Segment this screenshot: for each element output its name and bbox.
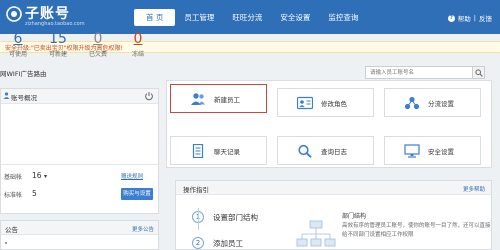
separator: | [473,14,476,22]
nav-staff[interactable]: 员工管理 [175,9,223,26]
list-bullet [5,242,7,244]
chevron-down-icon: ▾ [43,173,47,180]
announcements-title: 公告 [5,226,18,234]
help-icon[interactable]: ? [447,14,455,22]
announcements-header: 公告 更多公告 [1,221,158,235]
stat-available[interactable]: 6 可使用 [3,31,33,58]
id-card-icon [297,96,313,109]
divider [1,164,158,165]
more-help-link[interactable]: 更多帮助 [463,185,485,193]
more-announcements-link[interactable]: 更多公告 [132,225,154,233]
step-2-label[interactable]: 添加员工 [213,238,243,249]
stat-creatable: 15 可新建 [48,31,67,58]
edit-role-button[interactable]: 修改角色 [277,88,374,117]
guide-header: 操作指引 更多帮助 [176,181,491,195]
logo-subtitle: zizhanghao.taobao.com [25,21,85,27]
gift-rules-link[interactable]: 赠送规则 [121,172,143,180]
document-icon [192,143,204,158]
top-bar: 子账号 zizhanghao.taobao.com 首 页 员工管理 旺旺分流 … [0,0,500,34]
user-icon [3,92,10,99]
page-title: 网WIFI广告路由 [0,70,47,78]
stat-overdue[interactable]: 0 已欠费 [83,31,113,58]
power-icon[interactable] [144,91,154,101]
guide-title: 操作指引 [183,186,209,194]
new-staff-button[interactable]: 新建员工 [170,84,267,113]
basic-account-label: 基础帐 [4,174,23,181]
main-nav: 首 页 员工管理 旺旺分流 安全设置 监控查询 [134,9,367,26]
search-icon [474,68,483,77]
help-link[interactable]: 帮助 [458,13,471,23]
logo-icon [6,6,22,22]
basic-account-value[interactable]: 16 ▾ [32,171,47,180]
standard-account-value: 5 [32,189,37,198]
buy-settings-button[interactable]: 购买与设置 [121,188,153,200]
nav-monitor[interactable]: 监控查询 [319,9,367,26]
feedback-link[interactable]: 反馈 [479,13,492,23]
step-2-number: 2 [192,237,204,249]
panel-header: 账号概况 [1,89,158,104]
users-icon [191,92,205,105]
announcements-panel: 公告 更多公告 [0,220,159,250]
step-connector [198,208,199,230]
query-log-button[interactable]: 查询日志 [277,136,374,165]
guide-desc: 高效有序的管理员工账号，使你的账号一目了然，还可以直接给不同部门设置相应工作权限 [342,223,491,238]
share-icon [404,96,420,109]
diversion-settings-button[interactable]: 分流设置 [384,88,481,117]
header-links: ? 帮助 | 反馈 [447,13,492,23]
search-icon [298,144,312,158]
nav-wangwang[interactable]: 旺旺分流 [223,9,271,26]
chat-records-button[interactable]: 聊天记录 [170,136,267,165]
guide-desc-title: 部门结构 [342,213,367,220]
nav-security[interactable]: 安全设置 [271,9,319,26]
step-1-label[interactable]: 设置部门结构 [213,212,258,223]
search-button[interactable] [472,66,485,79]
panel-title: 账号概况 [11,94,37,102]
org-chart-icon [296,220,336,247]
monitor-icon [404,143,420,158]
nav-home[interactable]: 首 页 [134,9,176,26]
security-notice: 安全升级:"已卖出宝贝"权限升级为高危权限! [0,41,500,53]
logo-title: 子账号 [25,6,70,22]
standard-account-label: 标准帐 [4,192,23,199]
search-input[interactable] [365,66,473,79]
stat-frozen[interactable]: 0 冻结 [123,31,153,58]
security-settings-button[interactable]: 安全设置 [384,136,481,165]
